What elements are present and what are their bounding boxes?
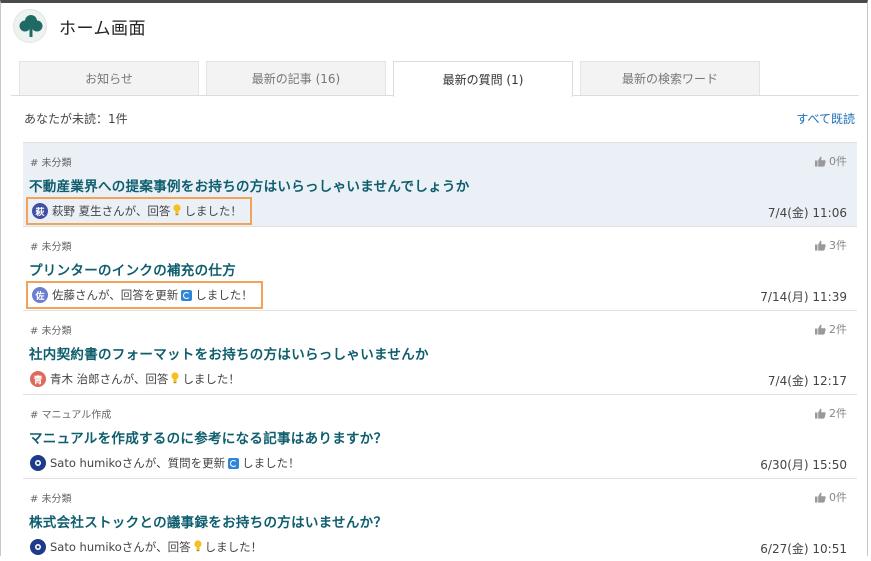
tab-announcements[interactable]: お知らせ (19, 61, 199, 95)
tab-latest-search-words[interactable]: 最新の検索ワード (580, 61, 760, 95)
page-title: ホーム画面 (59, 18, 146, 39)
lightbulb-icon (173, 203, 182, 219)
like-count-text: 2件 (829, 323, 847, 336)
latest-activity: 萩 萩野 夏生さんが、回答 しました！ (26, 197, 252, 225)
activity-text: 佐藤さんが、回答を更新 (52, 288, 179, 302)
tree-logo-icon (13, 9, 47, 43)
activity-timestamp: 7/14(月) 11:39 (760, 290, 847, 304)
question-item: # 未分類 2件 社内契約書のフォーマットをお持ちの方はいらっしゃいませんか 青… (23, 310, 857, 394)
activity-text: 萩野 夏生さんが、回答 (52, 204, 171, 218)
lightbulb-icon (193, 539, 202, 555)
unread-count: あなたが未読：1件 (24, 112, 128, 126)
avatar: 佐 (32, 287, 48, 303)
activity-suffix: しました！ (184, 204, 242, 218)
like-count: 2件 (815, 405, 847, 421)
question-title-link[interactable]: 社内契約書のフォーマットをお持ちの方はいらっしゃいませんか (29, 343, 429, 363)
tab-bar: お知らせ 最新の記事 (16) 最新の質問 (1) 最新の検索ワード (19, 61, 767, 97)
question-item: # 未分類 0件 不動産業界への提案事例をお持ちの方はいらっしゃいませんでしょう… (23, 142, 857, 226)
question-item: # 未分類 0件 株式会社ストックとの議事録をお持ちの方はいませんか？ Sato… (23, 478, 857, 558)
tab-latest-articles[interactable]: 最新の記事 (16) (206, 61, 386, 95)
mark-all-read-link[interactable]: すべて既読 (796, 110, 855, 127)
latest-activity: 青 青木 治郎さんが、回答 しました！ (26, 365, 248, 393)
like-count: 3件 (815, 237, 847, 253)
question-item: # マニュアル作成 2件 マニュアルを作成するのに参考になる記事はありますか？ … (23, 394, 857, 478)
like-count: 0件 (815, 153, 847, 169)
avatar: 青 (30, 371, 46, 387)
like-count: 2件 (815, 321, 847, 337)
activity-text: Sato humikoさんが、質問を更新 (50, 456, 226, 470)
question-title-link[interactable]: プリンターのインクの補充の仕方 (29, 259, 236, 279)
question-title-link[interactable]: マニュアルを作成するのに参考になる記事はありますか？ (29, 427, 387, 447)
thumbs-up-icon (815, 492, 826, 503)
page-header: ホーム画面 (1, 3, 867, 49)
activity-timestamp: 6/30(月) 15:50 (760, 458, 847, 472)
tab-latest-questions[interactable]: 最新の質問 (1) (393, 61, 573, 97)
avatar: 萩 (32, 203, 48, 219)
like-count-text: 3件 (829, 239, 847, 252)
question-category[interactable]: # 未分類 (30, 238, 72, 253)
thumbs-up-icon (815, 240, 826, 251)
like-count-text: 0件 (829, 491, 847, 504)
latest-activity: Sato humikoさんが、質問を更新 しました！ (26, 449, 308, 477)
activity-suffix: しました！ (242, 456, 300, 470)
question-category[interactable]: # マニュアル作成 (30, 406, 111, 421)
like-count-text: 0件 (829, 155, 847, 168)
question-title-link[interactable]: 株式会社ストックとの議事録をお持ちの方はいませんか？ (29, 511, 387, 531)
update-icon (181, 289, 193, 301)
question-item: # 未分類 3件 プリンターのインクの補充の仕方 佐 佐藤さんが、回答を更新 し… (23, 226, 857, 310)
user-avatar-icon (30, 455, 46, 471)
activity-suffix: しました！ (204, 540, 263, 554)
app-frame: ホーム画面 お知らせ 最新の記事 (16) 最新の質問 (1) 最新の検索ワード… (0, 0, 868, 556)
update-icon (228, 457, 240, 469)
like-count: 0件 (815, 489, 847, 505)
activity-text: 青木 治郎さんが、回答 (50, 372, 169, 386)
activity-text: Sato humikoさんが、回答 (50, 540, 191, 554)
thumbs-up-icon (815, 156, 826, 167)
question-list: # 未分類 0件 不動産業界への提案事例をお持ちの方はいらっしゃいませんでしょう… (23, 142, 857, 558)
thumbs-up-icon (815, 324, 826, 335)
question-category[interactable]: # 未分類 (30, 322, 72, 337)
like-count-text: 2件 (829, 407, 847, 420)
user-avatar-icon (30, 539, 46, 555)
activity-suffix: しました！ (195, 288, 253, 302)
thumbs-up-icon (815, 408, 826, 419)
activity-timestamp: 6/27(金) 10:51 (760, 542, 847, 556)
question-category[interactable]: # 未分類 (30, 154, 72, 169)
latest-activity: 佐 佐藤さんが、回答を更新 しました！ (26, 281, 263, 309)
activity-timestamp: 7/4(金) 12:17 (767, 374, 847, 388)
activity-suffix: しました！ (182, 372, 240, 386)
question-title-link[interactable]: 不動産業界への提案事例をお持ちの方はいらっしゃいませんでしょうか (29, 175, 470, 195)
latest-activity: Sato humikoさんが、回答 しました！ (26, 533, 270, 561)
question-category[interactable]: # 未分類 (30, 490, 72, 505)
activity-timestamp: 7/4(金) 11:06 (767, 206, 847, 220)
lightbulb-icon (171, 371, 180, 387)
questions-panel: あなたが未読：1件 すべて既読 # 未分類 0件 不動産業界への提案事例をお持ち… (11, 95, 859, 559)
